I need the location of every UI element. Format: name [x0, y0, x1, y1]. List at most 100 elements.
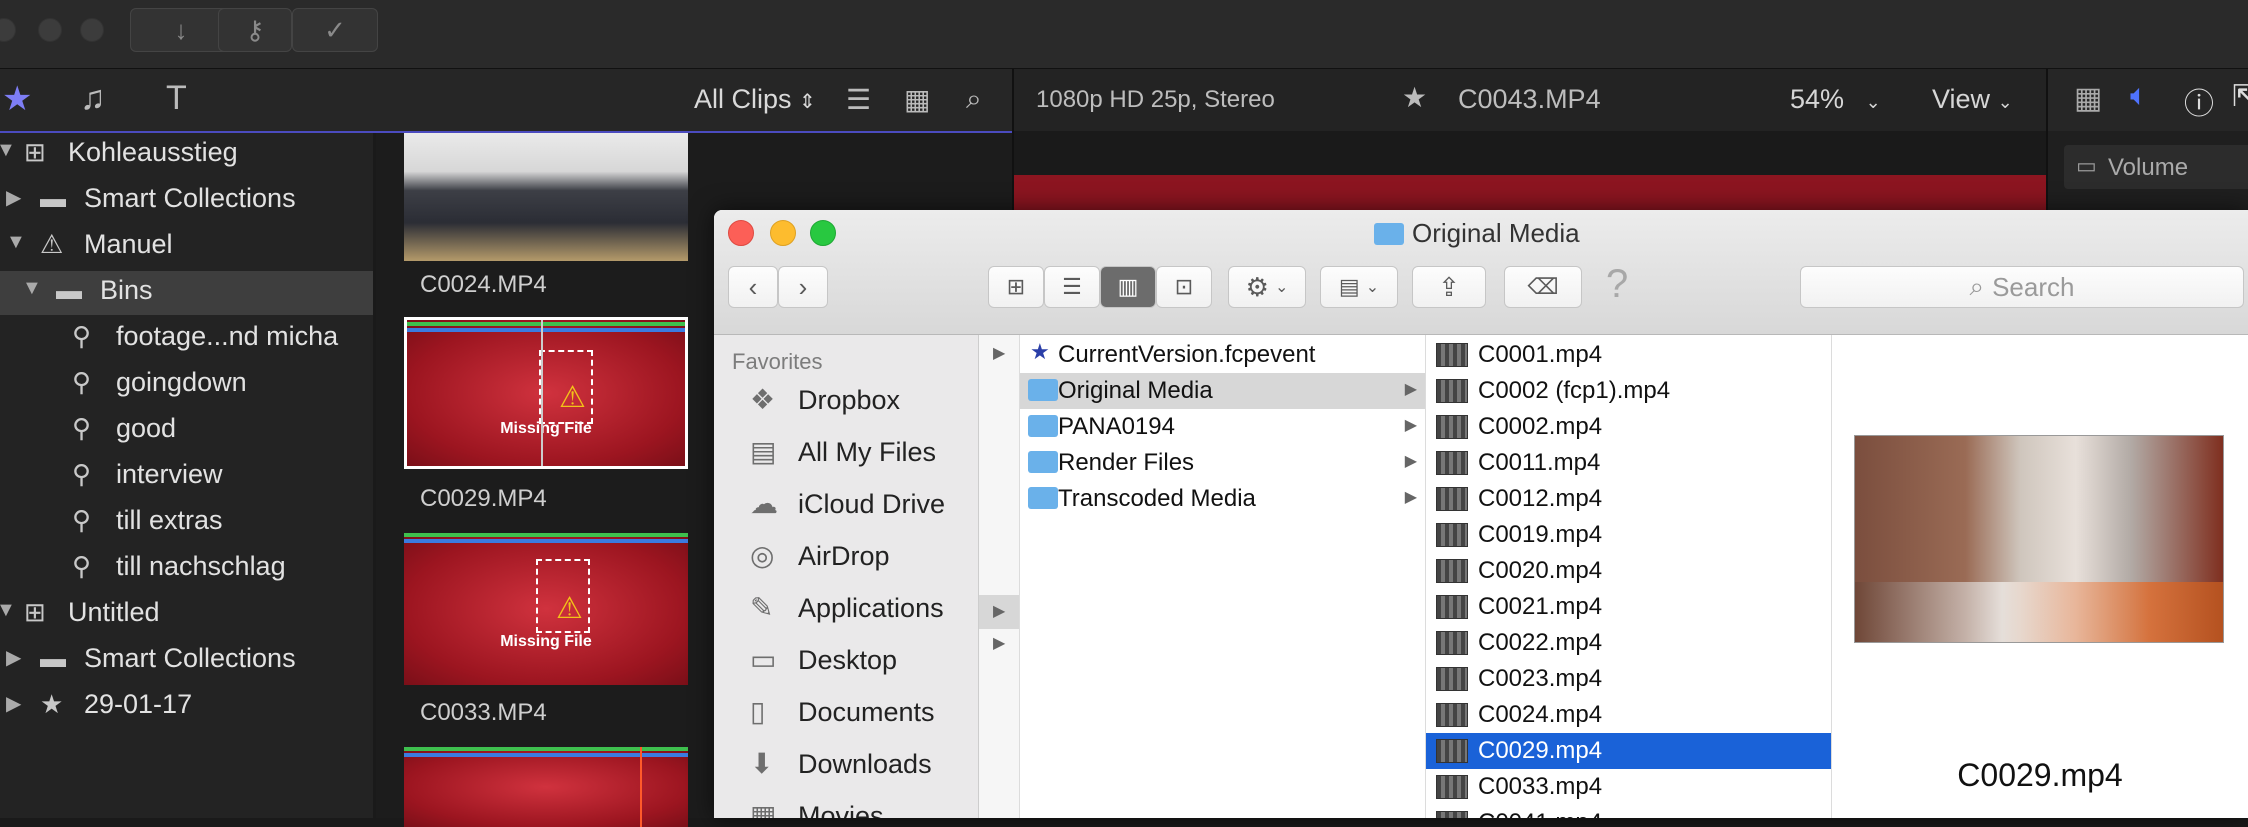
share-button[interactable]: ⇪: [1412, 266, 1486, 308]
favorite-documents[interactable]: ▯ Documents: [714, 687, 978, 737]
keyword-collection-item[interactable]: ⚲ till extras: [0, 501, 373, 545]
file-name: C0029.mp4: [1478, 737, 1603, 764]
disclosure-down-icon[interactable]: ▼: [0, 599, 16, 622]
file-row[interactable]: C0002 (fcp1).mp4: [1426, 373, 1831, 409]
cover-flow-button[interactable]: ⊡: [1156, 266, 1212, 308]
photos-audio-icon[interactable]: ♫: [80, 79, 106, 118]
titles-generators-icon[interactable]: T: [166, 79, 187, 118]
import-button[interactable]: ↓: [130, 8, 232, 52]
library-item[interactable]: ▼ ▬ Bins: [0, 271, 373, 315]
folder-row[interactable]: Render Files ▶: [1020, 445, 1425, 481]
clip-thumbnail-selected[interactable]: ⚠ Missing File: [404, 317, 688, 469]
folder-row[interactable]: Transcoded Media ▶: [1020, 481, 1425, 517]
favorite-applications[interactable]: ✎ Applications: [714, 583, 978, 633]
keyword-collection-item[interactable]: ⚲ interview: [0, 455, 373, 499]
selected-parent-row[interactable]: ▶: [979, 595, 1019, 629]
audio-inspector-icon[interactable]: 🔈︎: [2130, 79, 2148, 113]
library-item[interactable]: ▼ ⚠ Manuel: [0, 225, 373, 269]
disclosure-right-icon: ▶: [993, 635, 1006, 652]
file-row[interactable]: C0001.mp4: [1426, 337, 1831, 373]
view-popup[interactable]: View ⌄: [1932, 84, 2013, 115]
library-item[interactable]: ▶ ★ 29-01-17: [0, 685, 373, 729]
favorite-dropbox[interactable]: ❖ Dropbox: [714, 375, 978, 425]
viewer-format: 1080p HD 25p, Stereo: [1036, 86, 1275, 113]
minimize-button[interactable]: [770, 220, 796, 246]
file-row[interactable]: C0033.mp4: [1426, 769, 1831, 805]
minimize-window-button[interactable]: [38, 18, 62, 42]
filmstrip-icon[interactable]: ▦: [904, 83, 930, 116]
zoom-popup[interactable]: 54% ⌄: [1790, 84, 1881, 115]
keyword-collection-item[interactable]: ⚲ till nachschlag: [0, 547, 373, 591]
library-item[interactable]: ▼ ⊞ Kohleausstieg: [0, 133, 373, 177]
library-item[interactable]: ▶ ▬ Smart Collections: [0, 179, 373, 223]
file-row-selected[interactable]: C0029.mp4: [1426, 733, 1831, 769]
favorite-downloads[interactable]: ⬇ Downloads: [714, 739, 978, 789]
clip-thumbnail[interactable]: [404, 133, 688, 261]
clip-thumbnail[interactable]: ⚠ Missing File: [404, 533, 688, 685]
zoom-window-button[interactable]: [80, 18, 104, 42]
favorite-airdrop[interactable]: ◎ AirDrop: [714, 531, 978, 581]
file-row[interactable]: C0023.mp4: [1426, 661, 1831, 697]
info-icon[interactable]: ⓘ: [2184, 79, 2214, 123]
file-row[interactable]: C0011.mp4: [1426, 445, 1831, 481]
zoom-button[interactable]: [810, 220, 836, 246]
file-row[interactable]: ★ CurrentVersion.fcpevent: [1020, 337, 1425, 373]
clip-thumbnail[interactable]: [404, 747, 688, 827]
column-view-button[interactable]: ▥: [1100, 266, 1156, 308]
library-icon: ⊞: [24, 597, 46, 627]
volume-section[interactable]: ▭ Volume: [2064, 145, 2248, 189]
tags-button[interactable]: ⌫: [1504, 266, 1582, 308]
file-name: Transcoded Media: [1058, 485, 1256, 512]
keyword-collection-item[interactable]: ⚲ good: [0, 409, 373, 453]
disclosure-down-icon[interactable]: ▼: [0, 139, 16, 162]
disclosure-down-icon[interactable]: ▼: [6, 231, 26, 254]
forward-button[interactable]: ›: [778, 266, 828, 308]
list-view-button[interactable]: ☰: [1044, 266, 1100, 308]
search-icon[interactable]: ⌕: [966, 83, 982, 116]
close-button[interactable]: [728, 220, 754, 246]
file-row[interactable]: C0019.mp4: [1426, 517, 1831, 553]
action-menu-button[interactable]: ⚙ ⌄: [1228, 266, 1306, 308]
arrange-button[interactable]: ▤ ⌄: [1320, 266, 1398, 308]
favorite-icloud-drive[interactable]: ☁ iCloud Drive: [714, 479, 978, 529]
video-file-icon: [1436, 379, 1468, 403]
file-row[interactable]: C0021.mp4: [1426, 589, 1831, 625]
event-icon: ⚠: [40, 229, 64, 259]
all-my-files-icon: ▤: [750, 436, 777, 467]
favorite-desktop[interactable]: ▭ Desktop: [714, 635, 978, 685]
keyword-button[interactable]: ⚷: [218, 8, 292, 52]
favorite-movies[interactable]: ▦ Movies: [714, 791, 978, 818]
disclosure-right-icon[interactable]: ▶: [6, 185, 21, 210]
file-row[interactable]: C0002.mp4: [1426, 409, 1831, 445]
file-name: C0033.mp4: [1478, 773, 1603, 800]
file-row[interactable]: C0022.mp4: [1426, 625, 1831, 661]
file-row[interactable]: C0041.mp4: [1426, 805, 1831, 818]
library-item[interactable]: ▶ ▬ Smart Collections: [0, 639, 373, 683]
file-row[interactable]: C0020.mp4: [1426, 553, 1831, 589]
back-button[interactable]: ‹: [728, 266, 778, 308]
favorite-all-my-files[interactable]: ▤ All My Files: [714, 427, 978, 477]
file-row[interactable]: C0012.mp4: [1426, 481, 1831, 517]
close-window-button[interactable]: [0, 18, 16, 42]
disclosure-right-icon[interactable]: ▶: [6, 645, 21, 670]
search-field[interactable]: ⌕ Search: [1800, 266, 2244, 308]
video-file-icon: [1436, 631, 1468, 655]
library-item[interactable]: ▼ ⊞ Untitled: [0, 593, 373, 637]
file-row[interactable]: C0024.mp4: [1426, 697, 1831, 733]
libraries-icon[interactable]: ★: [2, 79, 32, 119]
file-name: C0021.mp4: [1478, 593, 1603, 620]
background-tasks-button[interactable]: ✓: [292, 8, 378, 52]
list-view-icon[interactable]: ☰: [846, 83, 871, 116]
disclosure-right-icon[interactable]: ▶: [6, 691, 21, 716]
keyword-collection-item[interactable]: ⚲ goingdown: [0, 363, 373, 407]
icon-view-button[interactable]: ⊞: [988, 266, 1044, 308]
folder-row-selected[interactable]: Original Media ▶: [1020, 373, 1425, 409]
key-icon: ⚷: [245, 14, 265, 45]
sidebar-label: Bins: [100, 275, 153, 305]
folder-row[interactable]: PANA0194 ▶: [1020, 409, 1425, 445]
share-icon[interactable]: ⇱: [2232, 79, 2248, 114]
keyword-collection-item[interactable]: ⚲ footage...nd micha: [0, 317, 373, 361]
video-inspector-icon[interactable]: ▦: [2074, 81, 2102, 116]
clip-filter-popup[interactable]: All Clips ⇕: [694, 84, 816, 115]
disclosure-down-icon[interactable]: ▼: [22, 277, 42, 300]
